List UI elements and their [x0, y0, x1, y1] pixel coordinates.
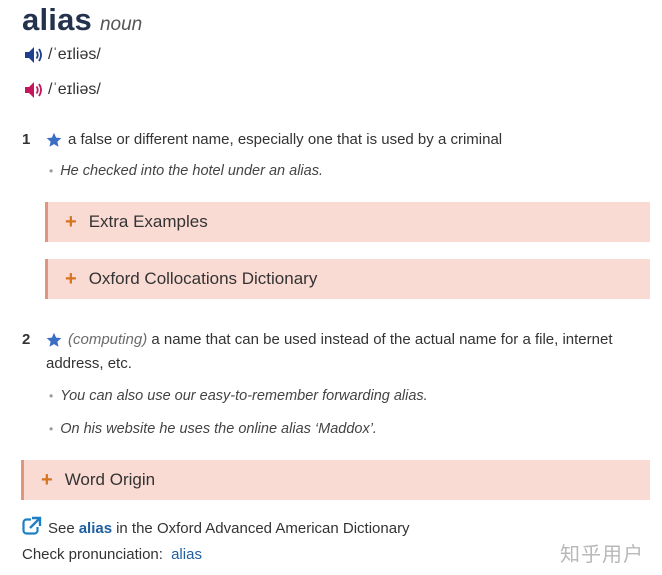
sense-number: 2 — [22, 331, 31, 348]
see-alias-link[interactable]: alias — [79, 520, 112, 537]
headword-row: alias noun — [22, 2, 142, 38]
collocations-label: Oxford Collocations Dictionary — [88, 269, 318, 288]
subject-label: (computing) — [68, 331, 148, 348]
pronunciation-british: /ˈeɪliəs/ — [23, 45, 101, 65]
example-text: On his website he uses the online alias … — [60, 421, 377, 437]
check-pronunciation-row: Check pronunciation: alias — [22, 546, 202, 563]
check-pronunciation-link[interactable]: alias — [171, 546, 202, 563]
pronunciation-american: /ˈeɪliəs/ — [23, 80, 101, 100]
star-icon — [46, 332, 62, 347]
word-origin-label: Word Origin — [64, 470, 156, 489]
definition-continued: address, etc. — [46, 355, 132, 372]
part-of-speech: noun — [99, 14, 143, 35]
collocations-toggle[interactable]: + Oxford Collocations Dictionary — [45, 259, 650, 299]
sense-2: 2 (computing) a name that can be used in… — [22, 328, 650, 376]
pronunciation-ipa: /ˈeɪliəs/ — [48, 46, 101, 63]
example-text: He checked into the hotel under an alias… — [60, 163, 323, 179]
example-sentence: • He checked into the hotel under an ali… — [49, 163, 323, 179]
sense-1: 1 a false or different name, especially … — [22, 128, 650, 152]
headword: alias — [22, 2, 92, 37]
plus-icon: + — [41, 469, 53, 491]
watermark: 知乎用户 — [560, 544, 644, 566]
extra-examples-label: Extra Examples — [88, 212, 208, 231]
extra-examples-toggle[interactable]: + Extra Examples — [45, 202, 650, 242]
example-text: You can also use our easy-to-remember fo… — [60, 388, 428, 404]
check-pronunciation-label: Check pronunciation: — [22, 546, 163, 563]
star-icon — [46, 132, 62, 147]
word-origin-toggle[interactable]: + Word Origin — [21, 460, 650, 500]
sense-number: 1 — [22, 131, 31, 148]
see-also-row: See alias in the Oxford Advanced America… — [22, 516, 410, 540]
definition: a false or different name, especially on… — [68, 131, 503, 148]
see-suffix: in the Oxford Advanced American Dictiona… — [116, 519, 410, 537]
external-link-icon[interactable] — [22, 516, 42, 540]
pronunciation-ipa: /ˈeɪliəs/ — [48, 81, 101, 98]
example-sentence: • You can also use our easy-to-remember … — [49, 388, 428, 404]
see-prefix: See — [48, 519, 75, 537]
plus-icon: + — [65, 268, 77, 290]
example-sentence: • On his website he uses the online alia… — [49, 421, 377, 437]
plus-icon: + — [65, 211, 77, 233]
definition: a name that can be used instead of the a… — [151, 331, 613, 348]
speaker-icon[interactable] — [23, 80, 45, 100]
speaker-icon[interactable] — [23, 45, 45, 65]
